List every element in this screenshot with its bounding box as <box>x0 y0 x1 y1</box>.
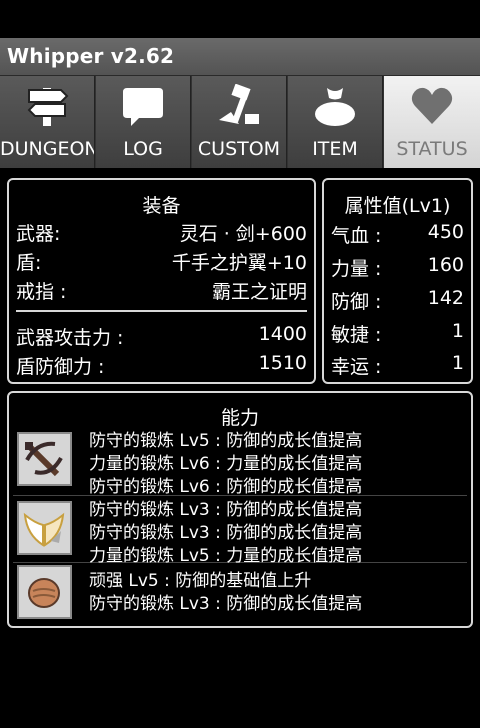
ability-group: 防守的锻炼 Lv5 : 防御的成长值提高 力量的锻炼 Lv6 : 力量的成长值提… <box>13 430 467 497</box>
signpost-icon <box>27 88 69 126</box>
tab-log[interactable]: LOG <box>96 76 191 168</box>
defense-value: 1510 <box>258 352 307 374</box>
shield-label: 盾: <box>16 252 42 274</box>
tab-label: STATUS <box>396 138 468 160</box>
app-title-bar: Whipper v2.62 <box>0 38 480 76</box>
crossbow-icon <box>17 432 72 486</box>
abilities-title: 能力 <box>220 407 259 429</box>
tab-label: CUSTOM <box>197 138 281 160</box>
ability-line: 力量的锻炼 Lv6 : 力量的成长值提高 <box>89 454 363 474</box>
ability-line: 顽强 Lv5 : 防御的基础值上升 <box>89 571 312 591</box>
attr-agi-value: 1 <box>451 320 464 342</box>
weapon-value: 灵石 · 剑+600 <box>179 223 307 245</box>
attr-luck-value: 1 <box>451 352 464 374</box>
attributes-title: 属性值(Lv1) <box>344 195 451 217</box>
attr-str-value: 160 <box>427 254 464 276</box>
ability-line: 防守的锻炼 Lv3 : 防御的成长值提高 <box>89 523 363 543</box>
divider <box>16 310 307 312</box>
attack-value: 1400 <box>258 323 307 345</box>
tab-status[interactable]: STATUS <box>384 76 480 168</box>
wings-icon <box>17 501 72 555</box>
tab-item[interactable]: ITEM <box>288 76 383 168</box>
ability-group: 顽强 Lv5 : 防御的基础值上升 防守的锻炼 Lv3 : 防御的成长值提高 <box>13 564 467 622</box>
stone-icon <box>17 565 72 619</box>
ability-line: 防守的锻炼 Lv3 : 防御的成长值提高 <box>89 594 363 614</box>
hammer-icon <box>219 84 259 124</box>
system-status-bar <box>0 0 480 38</box>
attr-str-label: 力量 : <box>331 258 382 280</box>
shield-value: 千手之护翼+10 <box>171 252 307 274</box>
attack-label: 武器攻击力 : <box>16 327 124 349</box>
attributes-panel: 属性值(Lv1) 气血 : 450 力量 : 160 防御 : 142 敏捷 :… <box>322 178 473 384</box>
attr-hp-label: 气血 : <box>331 225 382 247</box>
equipment-title: 装备 <box>142 195 181 217</box>
equipment-panel: 装备 武器: 灵石 · 剑+600 盾: 千手之护翼+10 戒指 : 霸王之证明… <box>7 178 316 384</box>
tab-label: DUNGEON <box>0 138 94 160</box>
ability-line: 防守的锻炼 Lv3 : 防御的成长值提高 <box>89 500 363 520</box>
attr-luck-label: 幸运 : <box>331 356 382 378</box>
attr-agi-label: 敏捷 : <box>331 324 382 346</box>
tab-label: LOG <box>123 138 163 160</box>
app-title: Whipper v2.62 <box>7 44 175 68</box>
tab-bar: DUNGEON LOG CUSTOM ITEM STATUS <box>0 76 480 168</box>
ability-line: 防守的锻炼 Lv6 : 防御的成长值提高 <box>89 477 363 497</box>
attr-def-value: 142 <box>427 287 464 309</box>
tab-custom[interactable]: CUSTOM <box>192 76 287 168</box>
abilities-panel: 能力 防守的锻炼 Lv5 : 防御的成长值提高 力量的锻炼 Lv6 : 力量的成… <box>7 391 473 628</box>
heart-icon <box>411 87 453 124</box>
ring-label: 戒指 : <box>16 281 67 303</box>
ability-group: 防守的锻炼 Lv3 : 防御的成长值提高 防守的锻炼 Lv3 : 防御的成长值提… <box>13 497 467 566</box>
speech-bubble-icon <box>123 88 163 126</box>
ability-line: 防守的锻炼 Lv5 : 防御的成长值提高 <box>89 431 363 451</box>
attr-def-label: 防御 : <box>331 291 382 313</box>
attr-hp-value: 450 <box>427 221 464 243</box>
bag-icon <box>315 88 355 126</box>
weapon-label: 武器: <box>16 223 61 245</box>
tab-label: ITEM <box>312 138 358 160</box>
defense-label: 盾防御力 : <box>16 356 105 378</box>
tab-dungeon[interactable]: DUNGEON <box>0 76 95 168</box>
ring-value: 霸王之证明 <box>211 281 307 303</box>
